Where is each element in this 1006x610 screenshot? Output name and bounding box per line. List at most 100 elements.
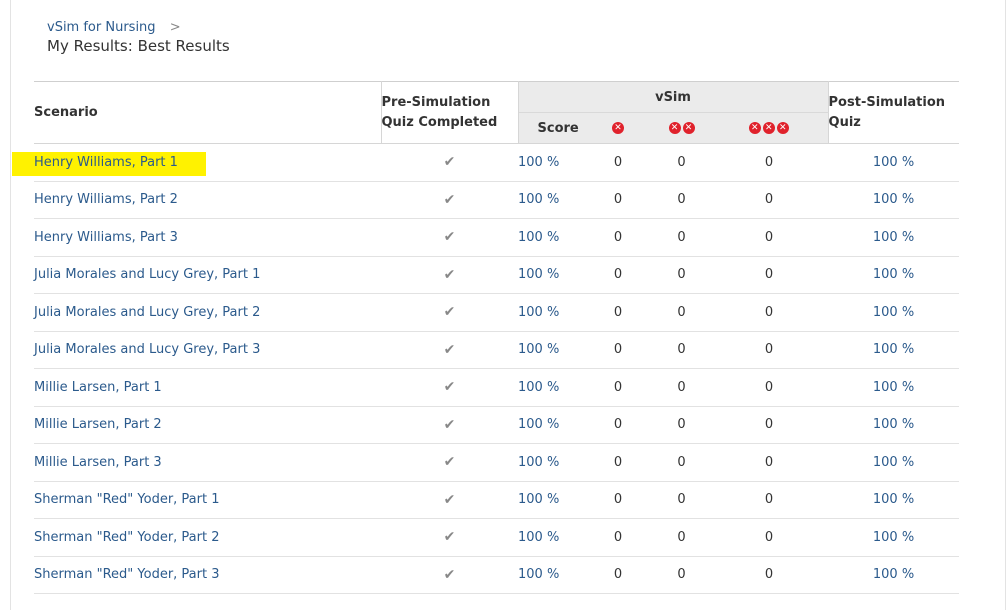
pre-header-line2: Quiz Completed bbox=[381, 114, 498, 130]
scenario-link[interactable]: Henry Williams, Part 3 bbox=[34, 230, 178, 245]
scenario-cell: Sherman "Red" Yoder, Part 3 bbox=[34, 556, 381, 594]
table-row: Henry Williams, Part 1 ✔ 100 % 0 0 0 100 % bbox=[34, 143, 960, 182]
checkmark-icon: ✔ bbox=[443, 491, 456, 508]
one-error-count: 0 bbox=[583, 256, 653, 294]
pre-quiz-cell: ✔ bbox=[381, 443, 518, 482]
column-header-one-error: ✕ bbox=[583, 112, 653, 144]
post-quiz-cell: 100 % bbox=[828, 256, 960, 294]
scenario-link[interactable]: Julia Morales and Lucy Grey, Part 1 bbox=[34, 267, 260, 282]
post-header-line2: Quiz bbox=[828, 114, 861, 130]
post-quiz-cell: 100 % bbox=[828, 443, 960, 482]
post-quiz-link[interactable]: 100 % bbox=[873, 305, 914, 320]
error-icon: ✕ bbox=[762, 122, 775, 134]
one-error-count: 0 bbox=[583, 481, 653, 519]
score-link[interactable]: 100 % bbox=[518, 305, 559, 320]
scenario-link[interactable]: Sherman "Red" Yoder, Part 1 bbox=[34, 492, 220, 507]
scenario-cell: Julia Morales and Lucy Grey, Part 1 bbox=[34, 256, 381, 294]
two-error-count: 0 bbox=[653, 331, 710, 369]
score-link[interactable]: 100 % bbox=[518, 455, 559, 470]
score-link[interactable]: 100 % bbox=[518, 267, 559, 282]
score-cell: 100 % bbox=[518, 518, 583, 557]
scenario-cell: Henry Williams, Part 2 bbox=[34, 181, 381, 219]
pre-quiz-cell: ✔ bbox=[381, 256, 518, 294]
one-error-count: 0 bbox=[583, 406, 653, 444]
score-link[interactable]: 100 % bbox=[518, 380, 559, 395]
checkmark-icon: ✔ bbox=[443, 266, 456, 283]
post-quiz-cell: 100 % bbox=[828, 556, 960, 594]
post-quiz-link[interactable]: 100 % bbox=[873, 492, 914, 507]
scenario-cell: Sherman "Red" Yoder, Part 2 bbox=[34, 518, 381, 557]
checkmark-icon: ✔ bbox=[443, 416, 456, 433]
post-quiz-link[interactable]: 100 % bbox=[873, 192, 914, 207]
score-link[interactable]: 100 % bbox=[518, 342, 559, 357]
score-cell: 100 % bbox=[518, 556, 583, 594]
scenario-cell: Julia Morales and Lucy Grey, Part 3 bbox=[34, 331, 381, 369]
two-error-count: 0 bbox=[653, 293, 710, 332]
post-quiz-link[interactable]: 100 % bbox=[873, 530, 914, 545]
results-table-body: Henry Williams, Part 1 ✔ 100 % 0 0 0 100 % Henr… bbox=[34, 143, 960, 594]
score-link[interactable]: 100 % bbox=[518, 192, 559, 207]
column-header-scenario: Scenario bbox=[34, 81, 382, 144]
table-row: Millie Larsen, Part 1 ✔ 100 % 0 0 0 100 % bbox=[34, 368, 960, 407]
score-link[interactable]: 100 % bbox=[518, 530, 559, 545]
post-quiz-link[interactable]: 100 % bbox=[873, 455, 914, 470]
page-title: My Results: Best Results bbox=[47, 37, 230, 55]
one-error-count: 0 bbox=[583, 518, 653, 557]
pre-quiz-cell: ✔ bbox=[381, 556, 518, 594]
score-link[interactable]: 100 % bbox=[518, 155, 559, 170]
scenario-link[interactable]: Sherman "Red" Yoder, Part 3 bbox=[34, 567, 220, 582]
scenario-link[interactable]: Henry Williams, Part 2 bbox=[34, 192, 178, 207]
three-error-count: 0 bbox=[710, 556, 829, 594]
three-error-count: 0 bbox=[710, 406, 829, 444]
post-quiz-cell: 100 % bbox=[828, 331, 960, 369]
post-quiz-link[interactable]: 100 % bbox=[873, 155, 914, 170]
score-link[interactable]: 100 % bbox=[518, 492, 559, 507]
score-cell: 100 % bbox=[518, 218, 583, 257]
one-error-count: 0 bbox=[583, 143, 653, 182]
two-error-count: 0 bbox=[653, 256, 710, 294]
table-row: Sherman "Red" Yoder, Part 3 ✔ 100 % 0 0 0 100 … bbox=[34, 556, 960, 594]
pre-quiz-cell: ✔ bbox=[381, 368, 518, 407]
one-error-count: 0 bbox=[583, 293, 653, 332]
post-quiz-link[interactable]: 100 % bbox=[873, 567, 914, 582]
post-quiz-link[interactable]: 100 % bbox=[873, 230, 914, 245]
breadcrumb: vSim for Nursing > bbox=[47, 20, 181, 35]
three-error-count: 0 bbox=[710, 331, 829, 369]
three-error-count: 0 bbox=[710, 368, 829, 407]
score-link[interactable]: 100 % bbox=[518, 567, 559, 582]
table-row: Millie Larsen, Part 3 ✔ 100 % 0 0 0 100 % bbox=[34, 443, 960, 482]
scenario-link[interactable]: Julia Morales and Lucy Grey, Part 2 bbox=[34, 305, 260, 320]
scenario-link[interactable]: Julia Morales and Lucy Grey, Part 3 bbox=[34, 342, 260, 357]
column-header-pre-simulation: Pre-Simulation Quiz Completed bbox=[381, 81, 519, 144]
post-quiz-cell: 100 % bbox=[828, 406, 960, 444]
scenario-cell: Henry Williams, Part 1 bbox=[34, 143, 381, 182]
one-error-count: 0 bbox=[583, 556, 653, 594]
two-error-count: 0 bbox=[653, 406, 710, 444]
post-quiz-link[interactable]: 100 % bbox=[873, 342, 914, 357]
breadcrumb-separator: > bbox=[169, 20, 181, 35]
scenario-link[interactable]: Millie Larsen, Part 3 bbox=[34, 455, 162, 470]
table-row: Millie Larsen, Part 2 ✔ 100 % 0 0 0 100 % bbox=[34, 406, 960, 444]
scenario-link[interactable]: Sherman "Red" Yoder, Part 2 bbox=[34, 530, 220, 545]
results-table: Scenario Pre-Simulation Quiz Completed v… bbox=[34, 81, 960, 594]
score-cell: 100 % bbox=[518, 406, 583, 444]
three-error-count: 0 bbox=[710, 218, 829, 257]
scenario-link[interactable]: Henry Williams, Part 1 bbox=[34, 151, 178, 176]
post-quiz-cell: 100 % bbox=[828, 518, 960, 557]
pre-quiz-cell: ✔ bbox=[381, 181, 518, 219]
checkmark-icon: ✔ bbox=[443, 304, 456, 321]
breadcrumb-link-vsim[interactable]: vSim for Nursing bbox=[47, 20, 156, 35]
table-row: Henry Williams, Part 2 ✔ 100 % 0 0 0 100 % bbox=[34, 181, 960, 219]
post-quiz-link[interactable]: 100 % bbox=[873, 417, 914, 432]
three-error-count: 0 bbox=[710, 518, 829, 557]
post-quiz-link[interactable]: 100 % bbox=[873, 380, 914, 395]
scenario-link[interactable]: Millie Larsen, Part 2 bbox=[34, 417, 162, 432]
two-error-count: 0 bbox=[653, 443, 710, 482]
two-error-count: 0 bbox=[653, 181, 710, 219]
checkmark-icon: ✔ bbox=[443, 454, 456, 471]
score-link[interactable]: 100 % bbox=[518, 230, 559, 245]
post-quiz-link[interactable]: 100 % bbox=[873, 267, 914, 282]
table-row: Julia Morales and Lucy Grey, Part 1 ✔ 100 … bbox=[34, 256, 960, 294]
scenario-link[interactable]: Millie Larsen, Part 1 bbox=[34, 380, 162, 395]
score-link[interactable]: 100 % bbox=[518, 417, 559, 432]
